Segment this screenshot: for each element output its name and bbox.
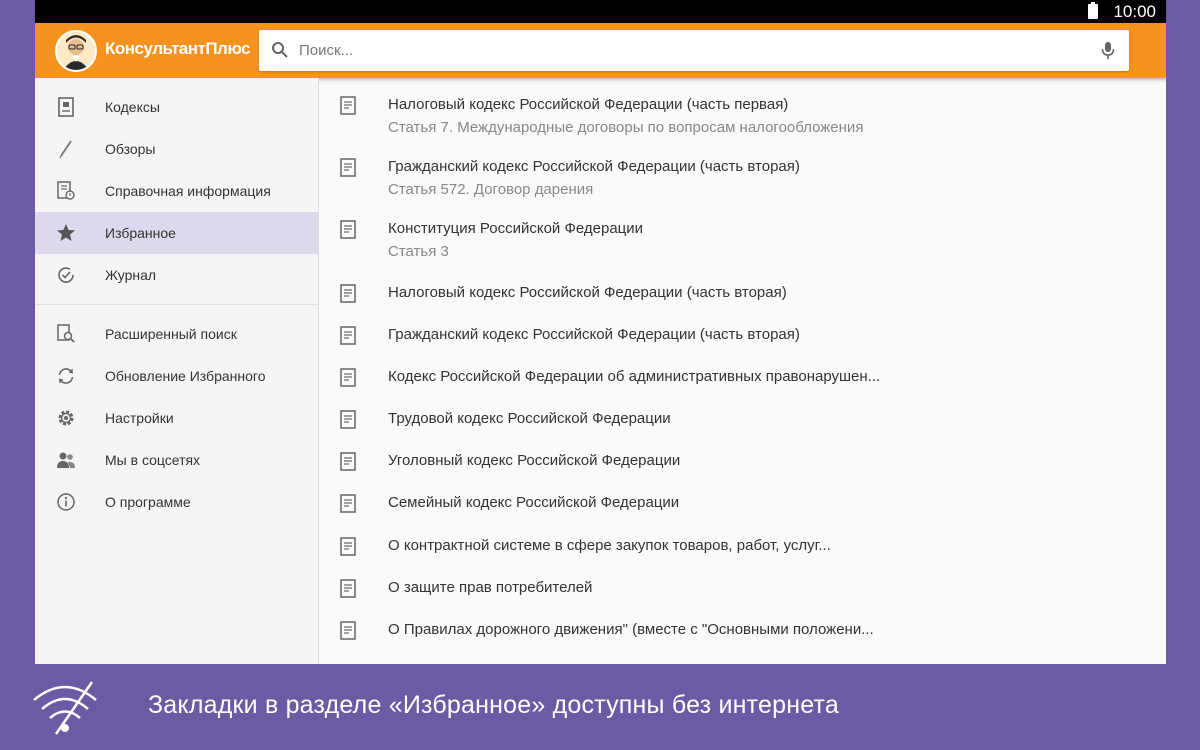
nav-item-history[interactable]: Журнал <box>35 254 318 296</box>
item-title: Налоговый кодекс Российской Федерации (ч… <box>388 96 789 113</box>
list-item[interactable]: Кодекс Российской Федерации об администр… <box>319 358 1166 400</box>
document-icon <box>340 284 356 303</box>
list-item[interactable]: О контрактной системе в сфере закупок то… <box>319 527 1166 569</box>
nav-item-label: О программе <box>105 494 191 510</box>
wifi-off-icon <box>30 678 100 743</box>
app-window: 10:00 КонсультантПлюс Поиск... Кодексы О… <box>35 0 1166 664</box>
document-icon <box>340 452 356 471</box>
item-title: Налоговый кодекс Российской Федерации (ч… <box>388 284 787 301</box>
nav-item-codexes[interactable]: Кодексы <box>35 86 318 128</box>
list-item[interactable]: Гражданский кодекс Российской Федерации … <box>319 150 1166 202</box>
nav-item-label: Настройки <box>105 410 174 426</box>
search-input[interactable] <box>299 30 1079 71</box>
nav-item-label: Расширенный поиск <box>105 326 237 342</box>
nav-item-about[interactable]: О программе <box>35 481 318 523</box>
nav-item-label: Избранное <box>105 225 176 241</box>
advanced-search-icon <box>56 324 76 344</box>
gear-icon <box>56 408 76 428</box>
list-item[interactable]: Конституция Российской Федерации Статья … <box>319 212 1166 264</box>
codex-icon <box>56 97 76 117</box>
people-icon <box>56 450 76 470</box>
list-item[interactable]: О защите прав потребителей <box>319 569 1166 611</box>
item-subtitle: Статья 3 <box>388 243 449 260</box>
nav-item-label: Журнал <box>105 267 157 283</box>
nav-item-label: Кодексы <box>105 99 160 115</box>
history-icon <box>56 265 76 285</box>
document-icon <box>340 368 356 387</box>
document-icon <box>340 326 356 345</box>
nav-item-label: Мы в соцсетях <box>105 452 201 468</box>
battery-icon <box>1088 2 1098 19</box>
pencil-icon <box>56 139 76 159</box>
star-icon <box>56 223 76 243</box>
item-subtitle: Статья 7. Международные договоры по вопр… <box>388 119 864 136</box>
document-icon <box>340 621 356 640</box>
status-time: 10:00 <box>1113 2 1156 21</box>
item-title: Трудовой кодекс Российской Федерации <box>388 410 671 427</box>
list-item[interactable]: Уголовный кодекс Российской Федерации <box>319 442 1166 484</box>
refresh-icon <box>56 366 76 386</box>
favorites-list: Налоговый кодекс Российской Федерации (ч… <box>319 78 1166 664</box>
banner-message: Закладки в разделе «Избранное» доступны … <box>148 691 839 719</box>
navigation-drawer: Кодексы Обзоры Справочная информация Изб… <box>35 78 319 664</box>
item-title: Семейный кодекс Российской Федерации <box>388 494 680 511</box>
list-item[interactable]: Налоговый кодекс Российской Федерации (ч… <box>319 88 1166 140</box>
app-bar: КонсультантПлюс <box>35 23 1166 78</box>
item-title: О защите прав потребителей <box>388 579 593 596</box>
list-item[interactable]: Трудовой кодекс Российской Федерации <box>319 400 1166 442</box>
nav-item-label: Обновление Избранного <box>105 368 266 384</box>
item-title: Уголовный кодекс Российской Федерации <box>388 452 681 469</box>
item-subtitle: Статья 572. Договор дарения <box>388 181 594 198</box>
document-icon <box>340 579 356 598</box>
document-icon <box>340 410 356 429</box>
item-title: Гражданский кодекс Российской Федерации … <box>388 326 800 343</box>
info-icon <box>56 492 76 512</box>
microphone-icon[interactable] <box>1101 41 1115 65</box>
nav-item-reference[interactable]: Справочная информация <box>35 170 318 212</box>
document-icon <box>340 537 356 556</box>
promo-banner: Закладки в разделе «Избранное» доступны … <box>0 664 1200 750</box>
document-icon <box>340 96 356 115</box>
nav-item-label: Обзоры <box>105 141 156 157</box>
app-logo-text: КонсультантПлюс <box>105 39 251 58</box>
nav-item-social[interactable]: Мы в соцсетях <box>35 439 318 481</box>
item-title: Конституция Российской Федерации <box>388 220 644 237</box>
nav-item-advanced-search[interactable]: Расширенный поиск <box>35 313 318 355</box>
item-title: О Правилах дорожного движения" (вместе с… <box>388 621 874 638</box>
logo-avatar-icon <box>55 30 97 72</box>
document-icon <box>340 220 356 239</box>
list-item[interactable]: Налоговый кодекс Российской Федерации (ч… <box>319 274 1166 316</box>
item-title: О контрактной системе в сфере закупок то… <box>388 537 831 554</box>
list-item[interactable]: О Правилах дорожного движения" (вместе с… <box>319 611 1166 653</box>
reference-icon <box>56 181 76 201</box>
search-icon <box>271 41 289 64</box>
search-box[interactable] <box>259 30 1129 71</box>
nav-item-label: Справочная информация <box>105 183 271 199</box>
nav-item-reviews[interactable]: Обзоры <box>35 128 318 170</box>
nav-item-settings[interactable]: Настройки <box>35 397 318 439</box>
document-icon <box>340 494 356 513</box>
list-item[interactable]: Гражданский кодекс Российской Федерации … <box>319 316 1166 358</box>
nav-item-favorites[interactable]: Избранное <box>35 212 318 254</box>
status-bar: 10:00 <box>35 0 1166 23</box>
nav-item-update-favorites[interactable]: Обновление Избранного <box>35 355 318 397</box>
nav-divider <box>35 304 318 305</box>
item-title: Гражданский кодекс Российской Федерации … <box>388 158 800 175</box>
document-icon <box>340 158 356 177</box>
list-item[interactable]: Семейный кодекс Российской Федерации <box>319 484 1166 526</box>
item-title: Кодекс Российской Федерации об администр… <box>388 368 881 385</box>
